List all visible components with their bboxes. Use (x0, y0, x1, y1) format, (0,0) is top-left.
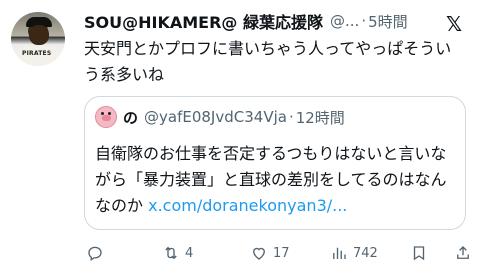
avatar-snout (102, 115, 111, 121)
post-header: SOU@HIKAMER@ 緑葉応援隊 @... · 5時間 (84, 9, 408, 33)
share-button[interactable] (454, 238, 472, 268)
quoted-link[interactable]: x.com/doranekonyan3/... (148, 196, 347, 215)
post-text: 天安門とかプロフに書いちゃう人ってやっぱそういう系多いね (84, 39, 452, 84)
bookmark-icon (413, 246, 425, 261)
quoted-text: 自衛隊のお仕事を否定するつもりはないと言いながら「暴力装置」と直球の差別をしてる… (95, 141, 457, 219)
quoted-header: の @yafE08JvdC34Vja · 12時間 (95, 106, 345, 128)
separator-dot: · (288, 108, 294, 126)
bookmark-button[interactable] (410, 238, 428, 268)
like-count: 17 (273, 245, 290, 261)
repost-icon (165, 246, 177, 260)
quoted-author-handle: @yafE08JvdC34Vja (144, 108, 287, 126)
repost-count: 4 (185, 245, 194, 261)
views-button[interactable]: 742 (330, 238, 378, 268)
post-time[interactable]: 5時間 (368, 11, 408, 32)
separator-dot: · (361, 12, 367, 30)
share-icon (457, 246, 469, 259)
views-count: 742 (353, 245, 378, 261)
action-bar: 4 17 742 (84, 238, 476, 268)
author-handle[interactable]: @... (330, 12, 359, 30)
repost-button[interactable]: 4 (162, 238, 193, 268)
avatar-face (29, 25, 49, 45)
quoted-author-name: の (123, 108, 139, 127)
quoted-post[interactable]: の @yafE08JvdC34Vja · 12時間 自衛隊のお仕事を否定するつも… (84, 96, 466, 230)
like-button[interactable]: 17 (250, 238, 290, 268)
views-icon (333, 247, 346, 259)
like-icon (253, 247, 265, 260)
author-name[interactable]: SOU@HIKAMER@ 緑葉応援隊 (84, 9, 323, 33)
quoted-avatar (95, 106, 117, 128)
quoted-time: 12時間 (295, 108, 345, 127)
x-logo-icon[interactable]: 𝕏 (446, 12, 462, 36)
reply-icon (88, 246, 102, 262)
author-avatar[interactable]: PIRATES (11, 12, 65, 66)
reply-button[interactable] (86, 238, 109, 268)
avatar-logo-text: PIRATES (22, 50, 52, 57)
